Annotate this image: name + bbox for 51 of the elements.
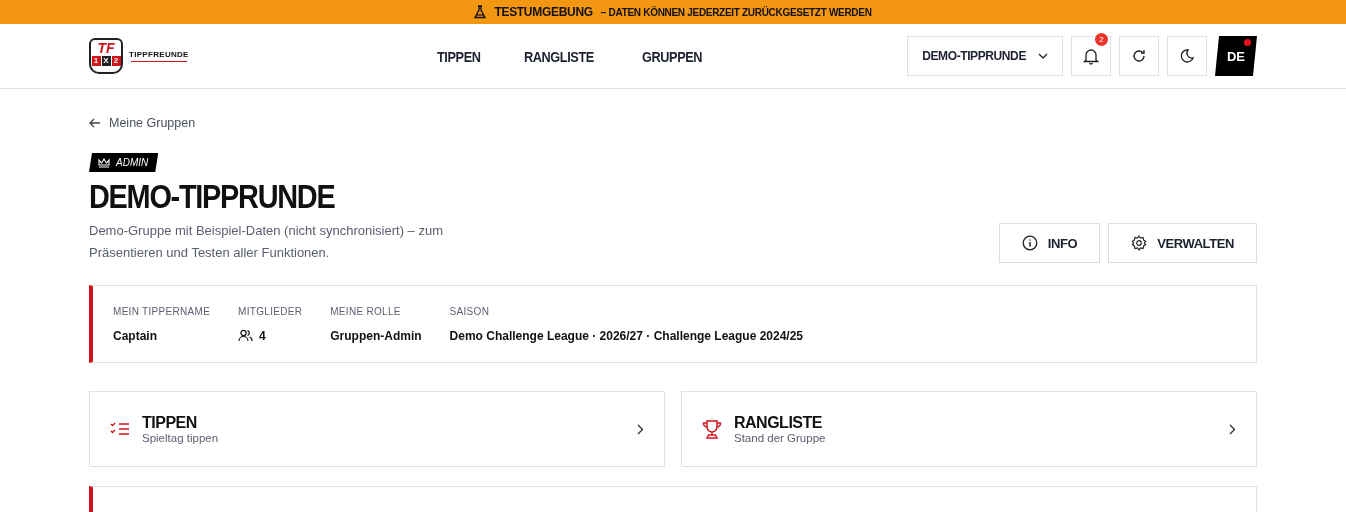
stat-label: MITGLIEDER (238, 305, 303, 317)
stat-value: Demo Challenge League · 2026/27 · Challenge League 2024/25 (449, 328, 804, 343)
card-title: TIPPEN (142, 414, 198, 432)
people-icon (238, 329, 254, 342)
logo-name: TIPPFREUNDE (129, 50, 189, 59)
moon-icon (1179, 48, 1195, 64)
nav-link[interactable]: TIPPEN (437, 47, 481, 65)
stat-value: Captain (113, 328, 157, 343)
back-link[interactable]: Meine Gruppen (89, 116, 196, 130)
bell-icon (1083, 47, 1099, 65)
group-select[interactable]: DEMO-TIPPRUNDE (907, 36, 1063, 76)
logo-pick: 2 (111, 56, 121, 66)
group-description: Demo-Gruppe mit Beispiel-Daten (nicht synchronisiert) – zum Präsentieren und Testen aller Funktionen. (89, 222, 444, 262)
manage-button[interactable]: VERWALTEN (1108, 223, 1257, 263)
badge-label: ADMIN (116, 157, 149, 168)
logo-pick: 1 (91, 56, 101, 66)
flask-icon (474, 5, 487, 19)
card-subtitle: Stand der Gruppe (734, 432, 827, 444)
info-icon (1021, 235, 1038, 251)
logo-shield[interactable]: TF 1 X 2 (89, 38, 123, 74)
logo-pick: X (101, 56, 111, 66)
banner-message: – DATEN KÖNNEN JEDERZEIT ZURÜCKGESETZT WERDEN (600, 6, 872, 18)
settings-icon (1131, 235, 1148, 251)
nav-link[interactable]: GRUPPEN (642, 47, 703, 65)
card-subtitle: Spieltag tippen (142, 432, 220, 444)
language-button[interactable]: DE (1215, 36, 1257, 76)
arrow-left-icon (89, 118, 101, 128)
checklist-icon (110, 421, 130, 437)
refresh-icon (1131, 48, 1147, 64)
info-button[interactable]: INFO (998, 223, 1101, 263)
trophy-icon (702, 419, 722, 439)
refresh-button[interactable] (1119, 36, 1159, 76)
nav-card[interactable]: TIPPEN Spieltag tippen (89, 391, 665, 467)
stat-value: 4 (259, 328, 266, 343)
crown-icon (98, 157, 110, 168)
stat-label: SAISON (449, 305, 491, 317)
card-title: RANGLISTE (734, 414, 823, 432)
nav-card[interactable]: RANGLISTE Stand der Gruppe (681, 391, 1257, 467)
notifications-button[interactable]: 2 (1071, 36, 1111, 76)
dark-mode-button[interactable] (1167, 36, 1207, 76)
stat-label: MEIN TIPPERNAME (113, 305, 211, 317)
page-title: DEMO-TIPPRUNDE (89, 176, 336, 216)
banner-title: TESTUMGEBUNG (494, 5, 593, 19)
logo-mark: TF (97, 41, 115, 56)
notification-count: 2 (1095, 33, 1108, 46)
chevron-right-icon (1229, 423, 1236, 435)
stat-label: MEINE ROLLE (330, 305, 402, 317)
stat-value: Gruppen-Admin (330, 328, 422, 343)
chevron-down-icon (1038, 53, 1048, 59)
chevron-right-icon (637, 423, 644, 435)
nav-link[interactable]: RANGLISTE (524, 47, 595, 65)
